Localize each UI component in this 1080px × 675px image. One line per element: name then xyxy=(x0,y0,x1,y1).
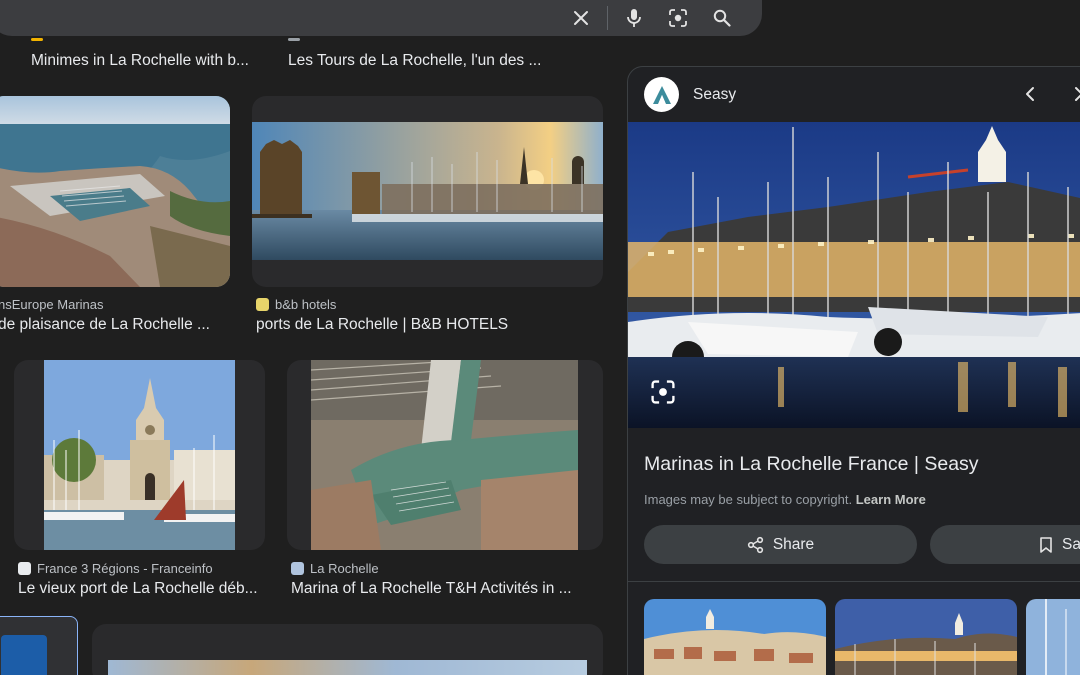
close-icon[interactable] xyxy=(1072,84,1080,104)
result-source: La Rochelle xyxy=(291,561,379,576)
result-image-aerial-marina[interactable] xyxy=(0,96,230,287)
panel-site-name[interactable]: Seasy xyxy=(693,86,736,104)
save-label: Save xyxy=(1062,535,1080,553)
result-title[interactable]: Le vieux port de La Rochelle déb... xyxy=(18,580,263,598)
clear-icon[interactable] xyxy=(559,6,603,30)
panel-title[interactable]: Marinas in La Rochelle France | Seasy xyxy=(644,453,979,476)
lens-search-icon[interactable] xyxy=(650,379,676,405)
result-title[interactable]: Les Tours de La Rochelle, l'un des ... xyxy=(288,52,548,70)
chevron-left-icon[interactable] xyxy=(1020,84,1040,104)
result-source-name: b&b hotels xyxy=(275,297,337,312)
result-image-partial-fill xyxy=(1,635,47,675)
result-title[interactable]: de plaisance de La Rochelle ... xyxy=(0,316,213,334)
copyright-text: Images may be subject to copyright. xyxy=(644,492,853,507)
result-image-clock-tower[interactable] xyxy=(44,360,235,550)
search-bar[interactable] xyxy=(0,0,762,36)
share-label: Share xyxy=(772,535,815,553)
copyright-notice: Images may be subject to copyright. Lear… xyxy=(644,492,926,507)
panel-main-image[interactable] xyxy=(628,122,1080,428)
result-image-towers-sunset[interactable] xyxy=(252,122,603,260)
result-title[interactable]: Minimes in La Rochelle with b... xyxy=(31,52,256,70)
search-bar-actions xyxy=(559,6,744,30)
search-bar-divider xyxy=(607,6,608,30)
panel-header: Seasy xyxy=(628,67,1080,122)
search-icon[interactable] xyxy=(700,6,744,30)
result-image-aerial-port[interactable] xyxy=(311,360,578,550)
panel-divider xyxy=(628,581,1080,582)
image-search-page: Minimes in La Rochelle with b... Les Tou… xyxy=(0,0,1080,675)
result-source: France 3 Régions - Franceinfo xyxy=(18,561,213,576)
source-favicon xyxy=(256,298,269,311)
share-button[interactable]: Share xyxy=(644,525,917,564)
learn-more-link[interactable]: Learn More xyxy=(856,492,926,507)
save-button[interactable]: Save xyxy=(930,525,1080,564)
seasy-logo-icon[interactable] xyxy=(644,77,679,112)
microphone-icon[interactable] xyxy=(612,6,656,30)
result-source-name: La Rochelle xyxy=(310,561,379,576)
lens-icon[interactable] xyxy=(656,6,700,30)
result-source-name: France 3 Régions - Franceinfo xyxy=(37,561,213,576)
result-image-partial[interactable] xyxy=(0,616,78,675)
related-image-1[interactable] xyxy=(644,599,826,675)
source-favicon xyxy=(31,38,43,41)
result-source: b&b hotels xyxy=(256,297,336,312)
result-source xyxy=(31,38,43,41)
share-icon xyxy=(747,536,763,553)
source-favicon xyxy=(288,38,300,41)
result-title[interactable]: ports de La Rochelle | B&B HOTELS xyxy=(256,316,556,334)
image-preview-panel: Seasy Marinas in La Rochelle France | Se… xyxy=(627,66,1080,675)
bookmark-icon xyxy=(1040,536,1052,553)
result-source xyxy=(288,38,300,41)
source-favicon xyxy=(291,562,304,575)
related-image-2[interactable] xyxy=(835,599,1017,675)
result-image-partial[interactable] xyxy=(108,660,587,675)
result-title[interactable]: Marina of La Rochelle T&H Activités in .… xyxy=(291,580,581,598)
related-image-3[interactable] xyxy=(1026,599,1080,675)
result-source: nsEurope Marinas xyxy=(0,297,104,312)
source-favicon xyxy=(18,562,31,575)
